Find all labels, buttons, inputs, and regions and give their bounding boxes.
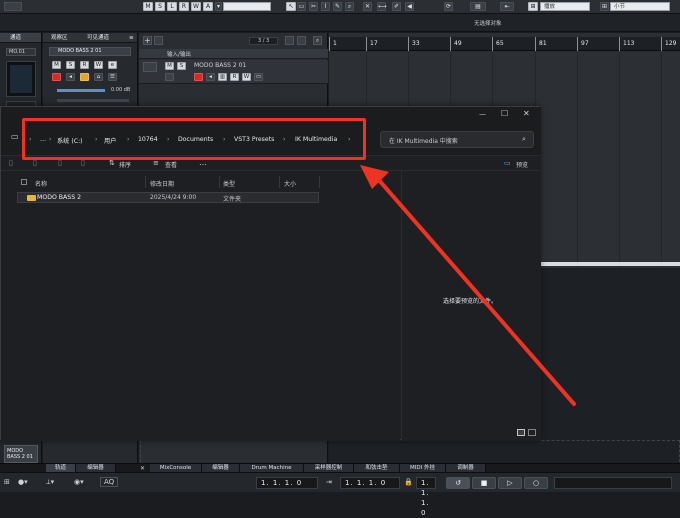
annotation-arrow: [360, 165, 576, 406]
annotation-arrow-shaft: [376, 177, 576, 406]
